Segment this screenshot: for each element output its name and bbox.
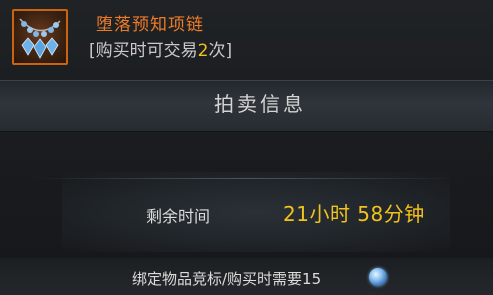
necklace-icon bbox=[12, 9, 68, 65]
auction-tooltip: 堕落预知项链 [购买时可交易2次] 拍卖信息 剩余时间 21小时 58分钟 绑定… bbox=[0, 0, 493, 295]
trade-restriction: [购买时可交易2次] bbox=[89, 36, 232, 61]
section-title: 拍卖信息 bbox=[214, 92, 306, 116]
remaining-time-label: 剩余时间 bbox=[146, 207, 211, 226]
trade-prefix: [购买时可交易 bbox=[89, 41, 198, 61]
remaining-time-value: 21小时 58分钟 bbox=[283, 202, 425, 226]
divider bbox=[30, 178, 460, 179]
item-name: 堕落预知项链 bbox=[96, 15, 204, 35]
gem-icon bbox=[369, 268, 387, 286]
trade-count: 2 bbox=[197, 41, 209, 61]
trade-suffix: 次] bbox=[208, 41, 233, 61]
requirement-text: 绑定物品竞标/购买时需要15 bbox=[132, 270, 322, 288]
